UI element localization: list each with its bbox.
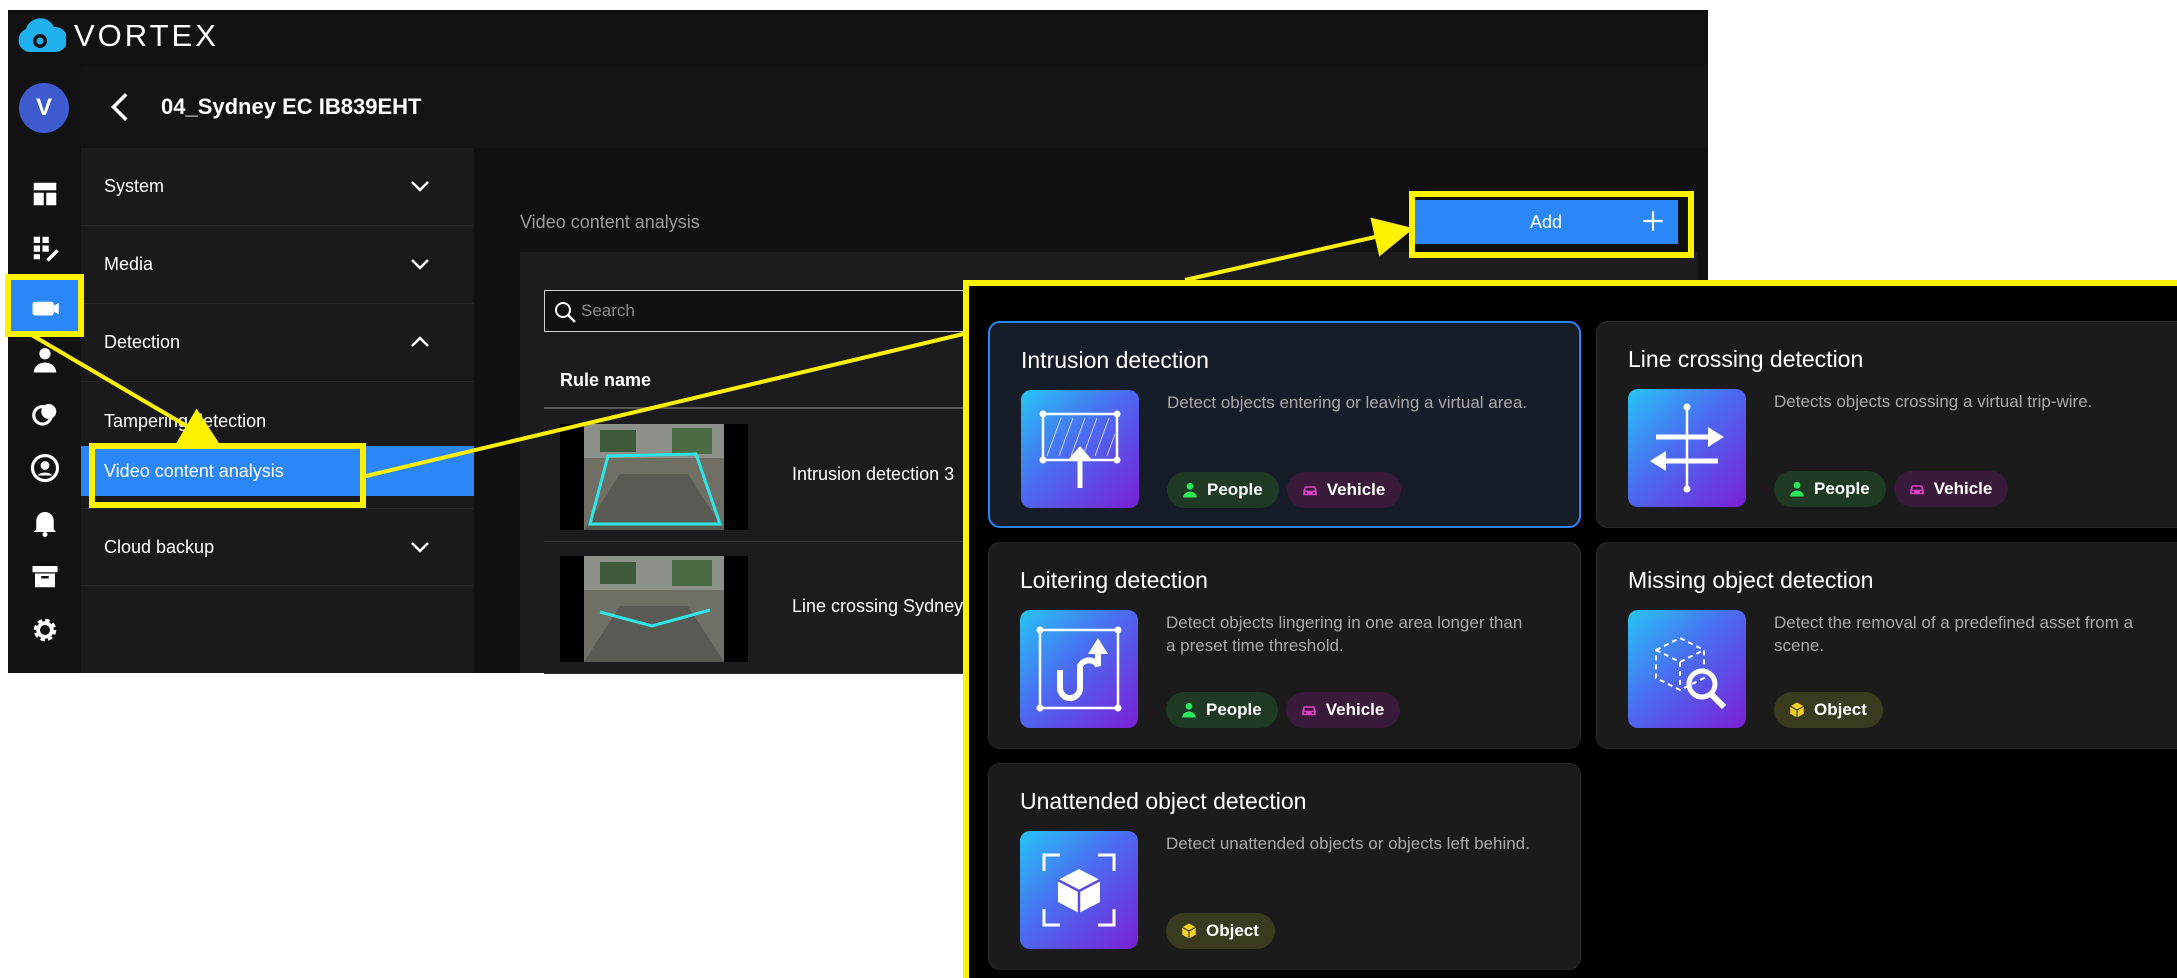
tag-label: People <box>1207 480 1263 499</box>
card-description: Detect unattended objects or objects lef… <box>1166 834 1530 853</box>
car-icon <box>1302 706 1316 716</box>
card-intrusion-detection[interactable]: Intrusion detection Detect objects enter… <box>988 321 1581 528</box>
card-unattended-object-detection[interactable]: Unattended object detection Detect unatt… <box>988 763 1581 970</box>
person-icon <box>1790 481 1804 497</box>
card-description: Detect the removal of a predefined asset… <box>1774 613 2134 655</box>
cube-icon <box>1181 923 1197 939</box>
intrusion-area-icon <box>1021 390 1139 508</box>
card-loitering-detection[interactable]: Loitering detection Detect objects linge… <box>988 542 1581 749</box>
detection-type-popup: Intrusion detection Detect objects enter… <box>963 280 2177 978</box>
card-title: Missing object detection <box>1628 567 1874 593</box>
tag-list: People Vehicle <box>1774 471 2009 507</box>
tag-list: People Vehicle <box>1166 692 1401 728</box>
loitering-icon <box>1020 610 1138 728</box>
card-title: Intrusion detection <box>1021 347 1209 373</box>
person-icon <box>1183 482 1197 498</box>
tag-object: Object <box>1166 913 1275 949</box>
tag-object: Object <box>1774 692 1883 728</box>
tag-label: Vehicle <box>1325 700 1385 719</box>
card-description: Detects objects crossing a virtual trip-… <box>1774 392 2093 411</box>
card-missing-object-detection[interactable]: Missing object detection Detect the remo… <box>1596 542 2177 749</box>
tag-label: Vehicle <box>1933 479 1993 498</box>
tag-label: Object <box>1206 921 1259 940</box>
card-title: Loitering detection <box>1020 567 1208 593</box>
annotated-screenshot: VORTEX V 04_Sydney EC IB839EHT System Me… <box>0 0 2177 978</box>
card-title: Line crossing detection <box>1628 346 1864 372</box>
tag-list: Object <box>1774 692 1883 728</box>
tag-label: Vehicle <box>1326 480 1386 499</box>
tag-label: People <box>1206 700 1262 719</box>
tag-label: Object <box>1814 700 1867 719</box>
car-icon <box>1303 486 1317 496</box>
missing-object-icon <box>1628 610 1746 728</box>
tag-vehicle: Vehicle <box>1285 692 1401 728</box>
card-title: Unattended object detection <box>1020 788 1307 814</box>
tag-vehicle: Vehicle <box>1893 471 2009 507</box>
tag-people: People <box>1166 692 1278 728</box>
card-line-crossing-detection[interactable]: Line crossing detection Detects objects … <box>1596 321 2177 528</box>
tag-label: People <box>1814 479 1870 498</box>
tag-list: People Vehicle <box>1167 472 1402 508</box>
tag-people: People <box>1774 471 1886 507</box>
tag-list: Object <box>1166 913 1275 949</box>
unattended-object-icon <box>1020 831 1138 949</box>
card-description: Detect objects entering or leaving a vir… <box>1167 393 1528 412</box>
tag-people: People <box>1167 472 1279 508</box>
person-icon <box>1182 702 1196 718</box>
cube-icon <box>1789 702 1805 718</box>
line-crossing-icon <box>1628 389 1746 507</box>
card-description: Detect objects lingering in one area lon… <box>1166 613 1523 655</box>
tag-vehicle: Vehicle <box>1286 472 1402 508</box>
car-icon <box>1910 485 1924 495</box>
